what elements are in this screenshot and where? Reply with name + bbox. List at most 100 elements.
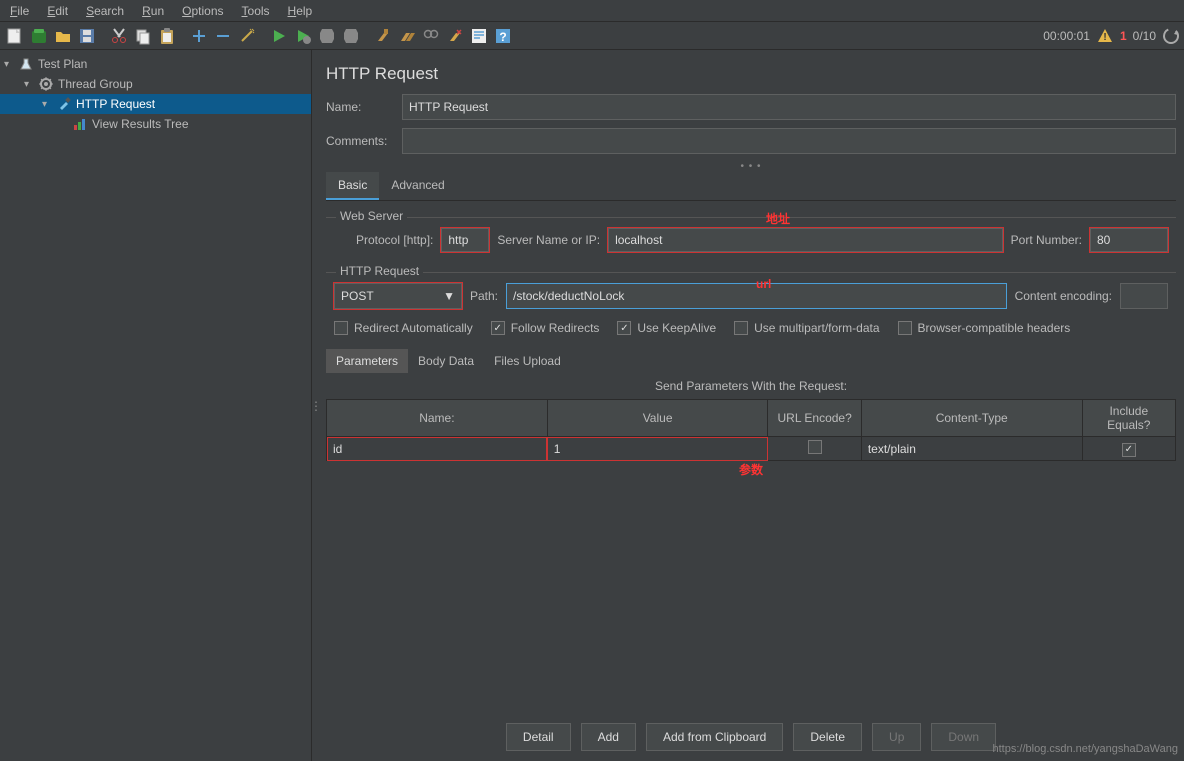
params-title: Send Parameters With the Request: — [326, 373, 1176, 399]
cut-icon[interactable] — [108, 25, 130, 47]
col-content-type[interactable]: Content-Type — [861, 400, 1082, 437]
web-server-group: Web Server 地址 Protocol [http]: Server Na… — [326, 217, 1176, 252]
browser-compat-label: Browser-compatible headers — [918, 321, 1071, 335]
svg-text:!: ! — [1103, 32, 1106, 43]
encoding-input[interactable] — [1120, 283, 1168, 309]
server-name-input[interactable] — [608, 228, 1003, 252]
tree-label: View Results Tree — [90, 117, 189, 131]
cell-urlencode[interactable] — [768, 437, 861, 461]
shutdown-icon[interactable] — [340, 25, 362, 47]
warning-icon[interactable]: ! — [1096, 27, 1114, 45]
add-from-clipboard-button[interactable]: Add from Clipboard — [646, 723, 783, 751]
collapse-handle[interactable]: • • • — [326, 162, 1176, 170]
menu-edit[interactable]: Edit — [41, 2, 74, 20]
cell-value[interactable]: 1 — [547, 437, 768, 461]
test-plan-tree[interactable]: ▾ Test Plan ▾ Thread Group ▾ HTTP Reques… — [0, 50, 312, 761]
expand-icon[interactable]: ▾ — [4, 59, 16, 70]
col-urlencode[interactable]: URL Encode? — [768, 400, 861, 437]
copy-icon[interactable] — [132, 25, 154, 47]
chart-icon — [72, 116, 88, 132]
plus-icon[interactable] — [188, 25, 210, 47]
tree-label: HTTP Request — [74, 97, 155, 111]
redirect-auto-label: Redirect Automatically — [354, 321, 473, 335]
search-icon[interactable] — [420, 25, 442, 47]
method-value: POST — [341, 289, 374, 303]
expand-icon[interactable]: ▾ — [42, 99, 54, 110]
up-button[interactable]: Up — [872, 723, 921, 751]
subtab-body-data[interactable]: Body Data — [408, 349, 484, 373]
clear-icon[interactable] — [372, 25, 394, 47]
save-icon[interactable] — [76, 25, 98, 47]
follow-redirects-label: Follow Redirects — [511, 321, 600, 335]
delete-button[interactable]: Delete — [793, 723, 862, 751]
run-notimer-icon[interactable] — [292, 25, 314, 47]
tree-item-http-request[interactable]: ▾ HTTP Request — [0, 94, 311, 114]
server-name-label: Server Name or IP: — [497, 233, 600, 247]
panel-title: HTTP Request — [326, 50, 1176, 94]
run-icon[interactable] — [268, 25, 290, 47]
subtab-parameters[interactable]: Parameters — [326, 349, 408, 373]
table-row[interactable]: id 1 text/plain — [327, 437, 1176, 461]
pipette-icon — [56, 96, 72, 112]
clear-all-icon[interactable] — [396, 25, 418, 47]
menu-run[interactable]: Run — [136, 2, 170, 20]
tree-label: Thread Group — [56, 77, 133, 91]
stop-icon[interactable] — [316, 25, 338, 47]
detail-button[interactable]: Detail — [506, 723, 571, 751]
tree-label: Test Plan — [36, 57, 87, 71]
protocol-label: Protocol [http]: — [356, 233, 433, 247]
tree-item-thread-group[interactable]: ▾ Thread Group — [0, 74, 311, 94]
port-input[interactable] — [1090, 228, 1168, 252]
flask-icon — [18, 56, 34, 72]
comments-input[interactable] — [402, 128, 1176, 154]
http-request-group: HTTP Request POST ▼ Path: url Content en… — [326, 272, 1176, 461]
expand-icon[interactable]: ▾ — [24, 79, 36, 90]
tree-item-test-plan[interactable]: ▾ Test Plan — [0, 54, 311, 74]
help-icon[interactable]: ? — [492, 25, 514, 47]
cell-content-type[interactable]: text/plain — [861, 437, 1082, 461]
col-include-equals[interactable]: Include Equals? — [1082, 400, 1175, 437]
templates-icon[interactable] — [28, 25, 50, 47]
svg-text:?: ? — [499, 30, 506, 44]
multipart-checkbox[interactable] — [734, 321, 748, 335]
params-table: Name: Value URL Encode? Content-Type Inc… — [326, 399, 1176, 461]
menu-help[interactable]: Help — [282, 2, 319, 20]
keepalive-checkbox[interactable] — [617, 321, 631, 335]
subtab-files-upload[interactable]: Files Upload — [484, 349, 571, 373]
paste-icon[interactable] — [156, 25, 178, 47]
menu-search[interactable]: Search — [80, 2, 130, 20]
menu-bar: File Edit Search Run Options Tools Help — [0, 0, 1184, 22]
menu-file[interactable]: File — [4, 2, 35, 20]
minus-icon[interactable] — [212, 25, 234, 47]
menu-tools[interactable]: Tools — [236, 2, 276, 20]
redirect-auto-checkbox[interactable] — [334, 321, 348, 335]
gear-icon — [38, 76, 54, 92]
browser-compat-checkbox[interactable] — [898, 321, 912, 335]
reset-search-icon[interactable] — [444, 25, 466, 47]
cell-include-equals[interactable] — [1082, 437, 1175, 461]
menu-options[interactable]: Options — [176, 2, 229, 20]
add-button[interactable]: Add — [581, 723, 636, 751]
reload-icon[interactable] — [1162, 27, 1180, 45]
function-icon[interactable] — [468, 25, 490, 47]
multipart-label: Use multipart/form-data — [754, 321, 879, 335]
follow-redirects-checkbox[interactable] — [491, 321, 505, 335]
toolbar: ? 00:00:01 ! 1 0/10 — [0, 22, 1184, 50]
tab-advanced[interactable]: Advanced — [379, 172, 456, 200]
wand-icon[interactable] — [236, 25, 258, 47]
col-name[interactable]: Name: — [327, 400, 548, 437]
cell-name[interactable]: id — [327, 437, 548, 461]
down-button[interactable]: Down — [931, 723, 996, 751]
tab-basic[interactable]: Basic — [326, 172, 379, 200]
protocol-input[interactable] — [441, 228, 489, 252]
tab-bar: Basic Advanced — [326, 172, 1176, 201]
error-count: 1 — [1120, 29, 1127, 43]
tree-item-view-results-tree[interactable]: View Results Tree — [0, 114, 311, 134]
comments-label: Comments: — [326, 134, 392, 148]
col-value[interactable]: Value — [547, 400, 768, 437]
method-select[interactable]: POST ▼ — [334, 283, 462, 309]
encoding-label: Content encoding: — [1015, 289, 1112, 303]
open-icon[interactable] — [52, 25, 74, 47]
name-input[interactable] — [402, 94, 1176, 120]
new-icon[interactable] — [4, 25, 26, 47]
